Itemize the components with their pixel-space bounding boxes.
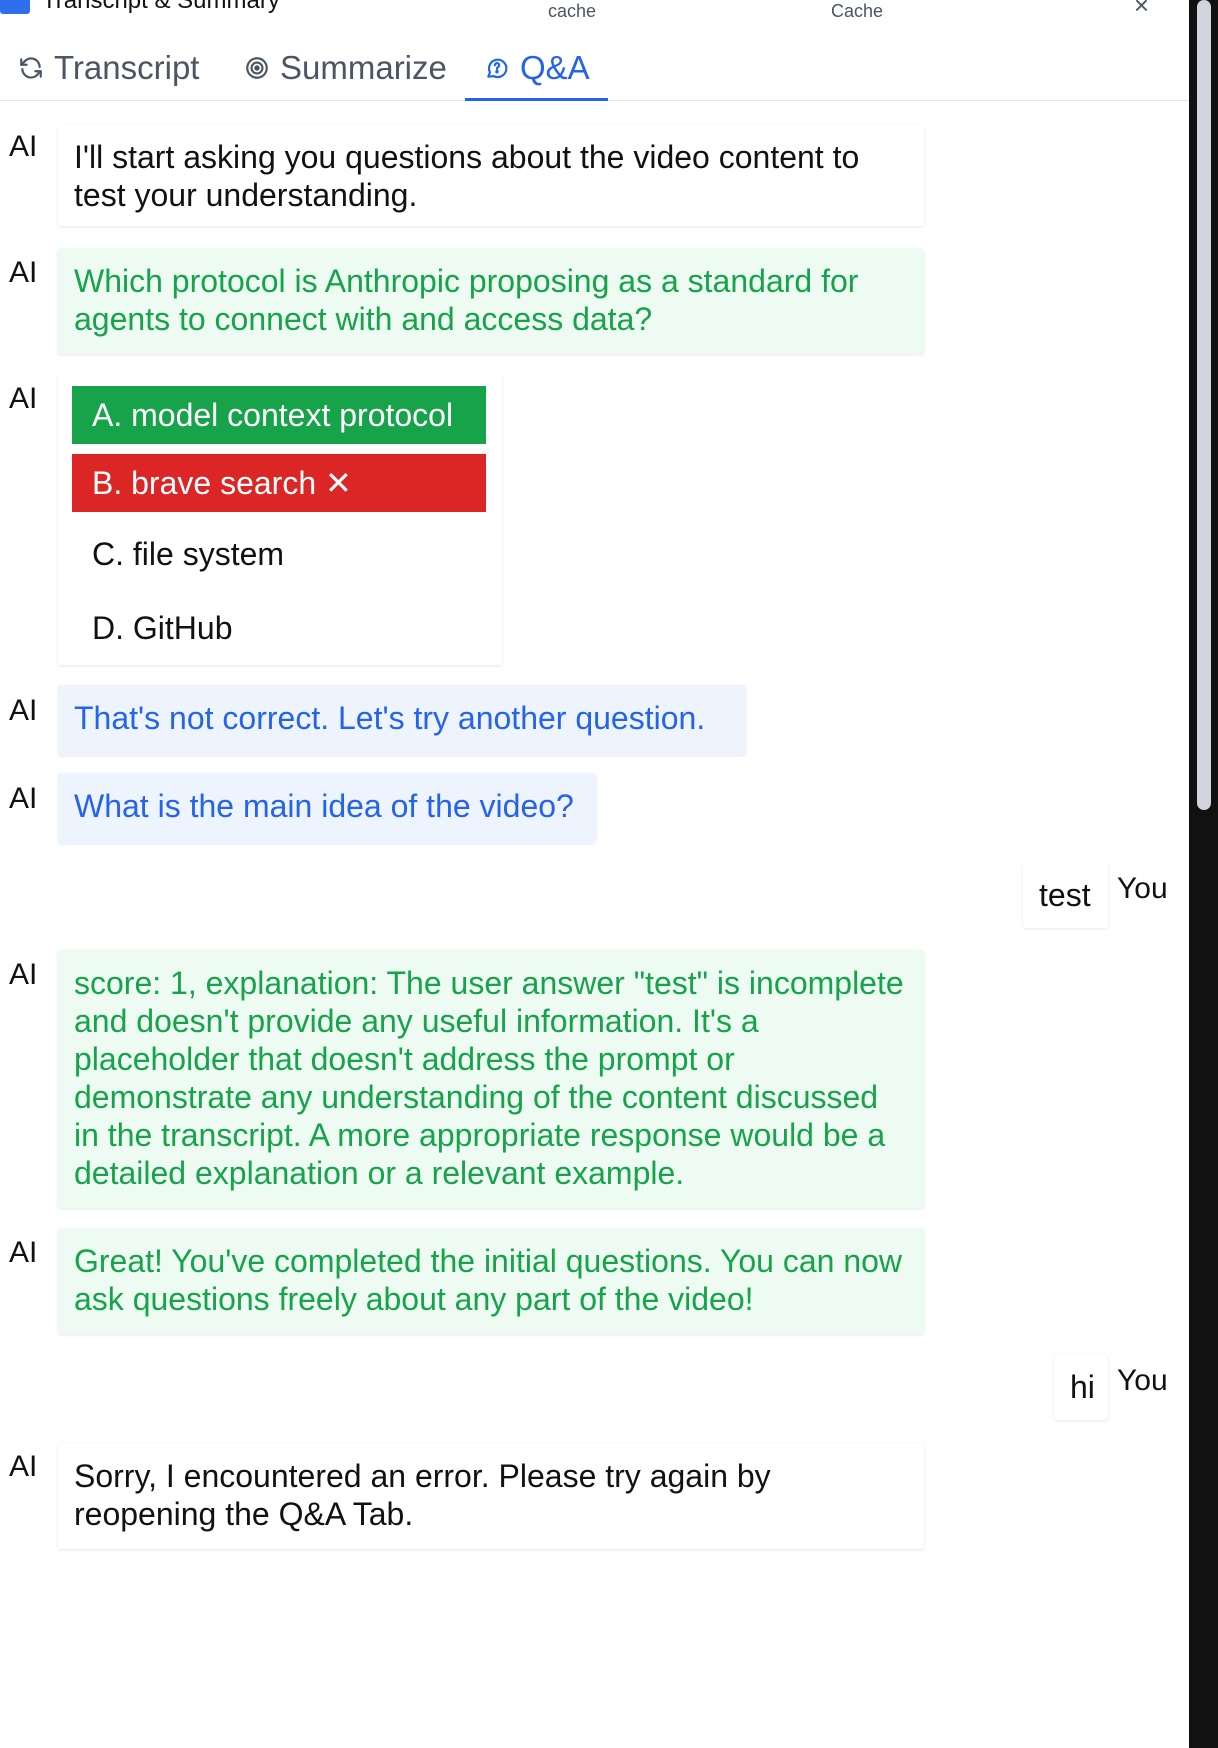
sender-label: AI (9, 256, 38, 289)
tab-bar: Transcript Summarize Q&A (0, 36, 1189, 101)
message-bubble: Great! You've completed the initial ques… (58, 1228, 924, 1334)
option-c[interactable]: C. file system (72, 522, 486, 586)
sender-label: AI (9, 958, 38, 991)
active-tab-indicator (465, 98, 608, 101)
score-bubble: score: 1, explanation: The user answer "… (58, 950, 924, 1208)
refresh-icon (20, 56, 42, 79)
target-icon (246, 56, 268, 79)
user-bubble: hi (1054, 1354, 1108, 1420)
scrollbar-thumb[interactable] (1197, 0, 1211, 810)
chat-icon (487, 58, 508, 78)
user-bubble: test (1023, 862, 1108, 928)
sender-label: AI (9, 1236, 38, 1269)
sender-label: AI (9, 694, 38, 727)
option-a-correct[interactable]: A. model context protocol (72, 386, 486, 444)
close-icon[interactable]: × (1134, 0, 1149, 21)
sender-label: AI (9, 1450, 38, 1483)
answer-options: A. model context protocol B. brave searc… (58, 374, 502, 665)
error-bubble: Sorry, I encountered an error. Please tr… (58, 1443, 924, 1549)
tab-qa[interactable]: Q&A (484, 36, 590, 99)
tab-label: Summarize (280, 48, 447, 86)
sender-label: AI (9, 382, 38, 415)
app-logo (0, 0, 30, 14)
tab-label: Q&A (520, 48, 590, 86)
sender-label: AI (9, 130, 38, 163)
cache-button[interactable]: cache (548, 1, 596, 22)
option-d[interactable]: D. GitHub (72, 596, 486, 660)
clear-cache-button[interactable]: Cache (831, 1, 883, 22)
window-header: Transcript & Summary (0, 0, 280, 16)
sender-label: You (1117, 872, 1168, 905)
question-bubble: What is the main idea of the video? (58, 773, 596, 843)
message-bubble: I'll start asking you questions about th… (58, 124, 924, 226)
tab-label: Transcript (54, 48, 200, 86)
question-bubble: Which protocol is Anthropic proposing as… (58, 248, 924, 354)
tab-summarize[interactable]: Summarize (244, 36, 447, 99)
qa-panel: Transcript & Summary cache Cache × Trans… (0, 0, 1189, 1748)
window-title: Transcript & Summary (42, 0, 280, 14)
tab-transcript[interactable]: Transcript (18, 36, 199, 99)
sender-label: You (1117, 1364, 1168, 1397)
option-b-wrong[interactable]: B. brave search ✕ (72, 454, 486, 512)
sender-label: AI (9, 782, 38, 815)
feedback-bubble: That's not correct. Let's try another qu… (58, 685, 746, 755)
